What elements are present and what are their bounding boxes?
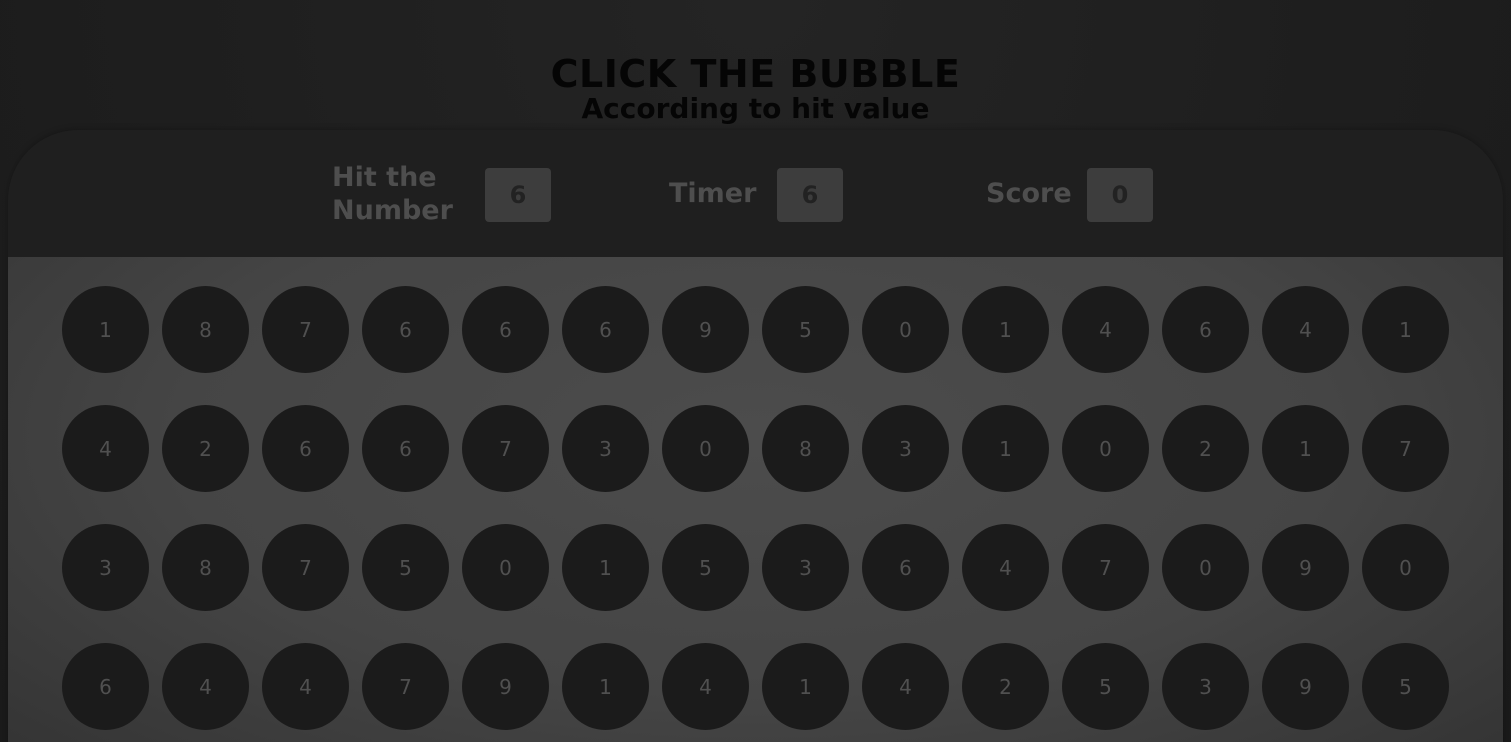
bubble[interactable]: 8 (162, 524, 249, 611)
timer-value: 6 (777, 168, 843, 222)
bubble[interactable]: 2 (962, 643, 1049, 730)
game-heading: CLICK THE BUBBLE According to hit value (0, 52, 1511, 126)
bubble[interactable]: 7 (1062, 524, 1149, 611)
hit-label: Hit the Number (332, 161, 453, 227)
bubble[interactable]: 0 (862, 286, 949, 373)
bubble[interactable]: 6 (562, 286, 649, 373)
bubble[interactable]: 6 (362, 405, 449, 492)
bubble[interactable]: 0 (1062, 405, 1149, 492)
bubble[interactable]: 1 (1262, 405, 1349, 492)
bubble[interactable]: 9 (1262, 643, 1349, 730)
bubble[interactable]: 7 (462, 405, 549, 492)
bubble[interactable]: 2 (1162, 405, 1249, 492)
bubble[interactable]: 9 (462, 643, 549, 730)
bubble[interactable]: 3 (1162, 643, 1249, 730)
bubble[interactable]: 9 (662, 286, 749, 373)
bubble[interactable]: 5 (762, 286, 849, 373)
bubble[interactable]: 4 (62, 405, 149, 492)
bubble[interactable]: 7 (362, 643, 449, 730)
bubble[interactable]: 8 (162, 286, 249, 373)
bubble[interactable]: 1 (562, 643, 649, 730)
bubble[interactable]: 4 (862, 643, 949, 730)
score-label: Score (986, 178, 1072, 209)
bubble[interactable]: 6 (362, 286, 449, 373)
bubble[interactable]: 6 (62, 643, 149, 730)
bubble[interactable]: 5 (362, 524, 449, 611)
bubble[interactable]: 4 (262, 643, 349, 730)
bubble[interactable]: 4 (162, 643, 249, 730)
bubble[interactable]: 6 (462, 286, 549, 373)
timer-label: Timer (669, 178, 757, 209)
bubble[interactable]: 5 (662, 524, 749, 611)
game-panel: Hit the Number 6 Timer 6 Score 0 1876669… (8, 130, 1503, 742)
bubble[interactable]: 7 (262, 286, 349, 373)
bubble[interactable]: 1 (1362, 286, 1449, 373)
bubble[interactable]: 1 (62, 286, 149, 373)
bubble[interactable]: 0 (1162, 524, 1249, 611)
bubble-board: 1876669501464142667308310217387501536470… (8, 257, 1503, 742)
stats-bar: Hit the Number 6 Timer 6 Score 0 (8, 130, 1503, 257)
bubble[interactable]: 2 (162, 405, 249, 492)
bubble[interactable]: 3 (862, 405, 949, 492)
bubble[interactable]: 1 (562, 524, 649, 611)
bubble[interactable]: 4 (662, 643, 749, 730)
bubble[interactable]: 5 (1362, 643, 1449, 730)
bubble[interactable]: 3 (562, 405, 649, 492)
bubble[interactable]: 6 (862, 524, 949, 611)
bubble[interactable]: 7 (262, 524, 349, 611)
bubble[interactable]: 4 (962, 524, 1049, 611)
bubble[interactable]: 6 (262, 405, 349, 492)
bubble[interactable]: 4 (1262, 286, 1349, 373)
bubble[interactable]: 4 (1062, 286, 1149, 373)
bubble[interactable]: 0 (462, 524, 549, 611)
bubble[interactable]: 5 (1062, 643, 1149, 730)
game-title: CLICK THE BUBBLE (550, 52, 961, 96)
bubble[interactable]: 0 (662, 405, 749, 492)
bubble[interactable]: 9 (1262, 524, 1349, 611)
score-value: 0 (1087, 168, 1153, 222)
hit-label-line2: Number (332, 195, 453, 226)
bubble[interactable]: 1 (962, 286, 1049, 373)
game-page: CLICK THE BUBBLE According to hit value … (0, 0, 1511, 742)
bubble[interactable]: 0 (1362, 524, 1449, 611)
bubble[interactable]: 6 (1162, 286, 1249, 373)
bubble[interactable]: 3 (62, 524, 149, 611)
bubble[interactable]: 7 (1362, 405, 1449, 492)
bubble[interactable]: 3 (762, 524, 849, 611)
game-subtitle: According to hit value (581, 92, 930, 125)
hit-label-line1: Hit the (332, 162, 437, 193)
bubble[interactable]: 1 (962, 405, 1049, 492)
bubble[interactable]: 8 (762, 405, 849, 492)
hit-value: 6 (485, 168, 551, 222)
bubble[interactable]: 1 (762, 643, 849, 730)
